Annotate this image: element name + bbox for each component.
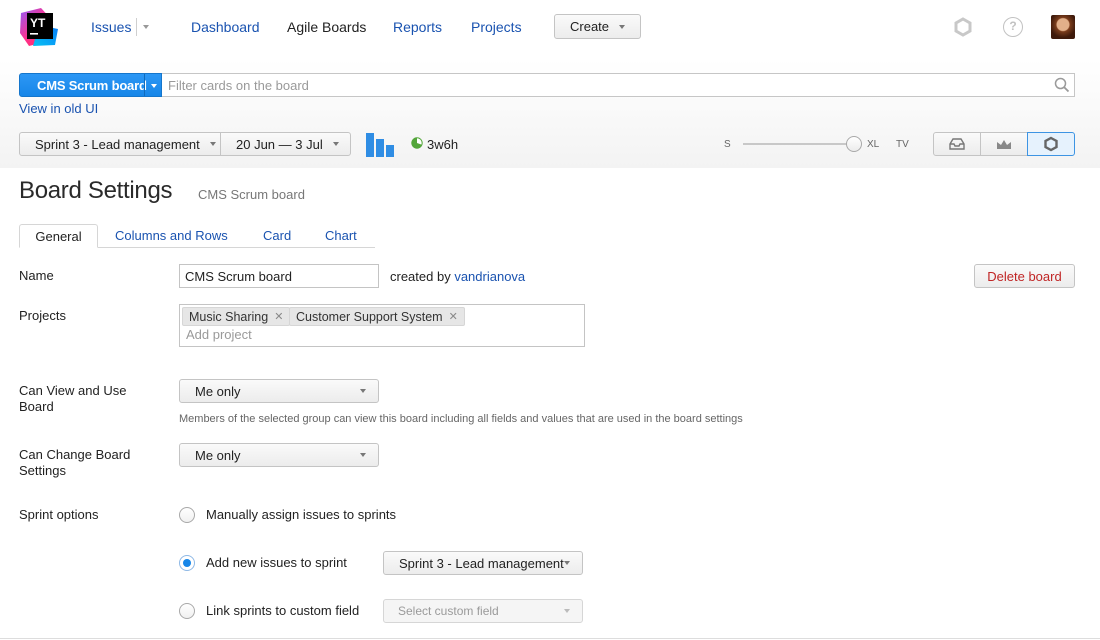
- chevron-down-icon: [209, 142, 216, 146]
- nav-agile-boards[interactable]: Agile Boards: [287, 18, 366, 36]
- default-sprint-value: Sprint 3 - Lead management: [399, 555, 564, 571]
- default-sprint-select[interactable]: Sprint 3 - Lead management: [383, 551, 583, 575]
- custom-field-select: Select custom field: [383, 599, 583, 623]
- can-view-hint: Members of the selected group can view t…: [179, 413, 743, 425]
- board-filter-input[interactable]: [162, 73, 1075, 97]
- sprint-estimate: 3w6h: [427, 137, 459, 152]
- backlog-toggle-button[interactable]: [933, 132, 981, 156]
- tab-general[interactable]: General: [19, 224, 98, 248]
- page-subtitle: CMS Scrum board: [198, 187, 305, 202]
- can-change-label: Can Change Board Settings: [19, 447, 131, 478]
- chevron-down-icon: [332, 142, 339, 146]
- add-project-placeholder[interactable]: Add project: [186, 327, 252, 342]
- nav-dashboard[interactable]: Dashboard: [191, 18, 260, 36]
- page-bottom-divider: [0, 638, 1100, 639]
- card-size-min-label: S: [724, 139, 731, 150]
- board-name: CMS Scrum board: [37, 78, 147, 93]
- logo-text: YT: [30, 16, 46, 30]
- sprint-option-add-new-label[interactable]: Add new issues to sprint: [206, 555, 347, 570]
- nav-reports[interactable]: Reports: [393, 18, 442, 36]
- sprint-dates-selector[interactable]: 20 Jun — 3 Jul: [220, 132, 351, 156]
- card-size-slider-track[interactable]: [743, 143, 855, 145]
- project-tag-label: Music Sharing: [189, 309, 269, 324]
- can-change-value: Me only: [195, 447, 241, 463]
- settings-icon[interactable]: [953, 17, 973, 37]
- nav-projects[interactable]: Projects: [471, 18, 522, 36]
- board-name-input[interactable]: [179, 264, 379, 288]
- sprint-options-label: Sprint options: [19, 507, 99, 522]
- can-change-select[interactable]: Me only: [179, 443, 379, 467]
- create-label: Create: [570, 19, 610, 34]
- tab-card[interactable]: Card: [263, 228, 291, 243]
- chart-crown-icon: [997, 140, 1011, 149]
- view-in-old-ui-link[interactable]: View in old UI: [19, 101, 98, 116]
- inbox-icon: [949, 138, 965, 150]
- board-selector-button[interactable]: CMS Scrum board: [19, 73, 162, 97]
- board-selector-divider: [144, 74, 145, 96]
- chevron-down-icon: [619, 24, 626, 29]
- created-by-prefix: created by: [390, 269, 451, 284]
- sprint-option-manual-label[interactable]: Manually assign issues to sprints: [206, 507, 396, 522]
- settings-icon: [1044, 136, 1058, 152]
- created-by-text: created by vandrianova: [390, 269, 525, 284]
- nav-issues[interactable]: Issues: [91, 18, 131, 36]
- sprint-dates-label: 20 Jun — 3 Jul: [236, 136, 323, 152]
- project-tag: Music Sharing ✕: [182, 307, 291, 326]
- nav-separator: [136, 18, 137, 36]
- board-settings-toggle-button[interactable]: [1027, 132, 1075, 156]
- delete-board-button[interactable]: Delete board: [974, 264, 1075, 288]
- sprint-option-custom-field-radio[interactable]: [179, 603, 195, 619]
- card-size-slider-handle[interactable]: [846, 136, 862, 152]
- issues-menu-caret-icon[interactable]: [143, 25, 149, 29]
- help-icon[interactable]: ?: [1003, 17, 1023, 37]
- time-estimate-icon: [411, 137, 423, 149]
- remove-tag-icon[interactable]: ✕: [274, 310, 283, 323]
- project-tag-label: Customer Support System: [296, 309, 443, 324]
- page-title: Board Settings: [19, 177, 173, 204]
- chevron-down-icon: [360, 453, 366, 457]
- chevron-down-icon: [360, 389, 366, 393]
- project-tag: Customer Support System ✕: [289, 307, 465, 326]
- tv-mode-toggle[interactable]: TV: [896, 139, 909, 150]
- can-view-select[interactable]: Me only: [179, 379, 379, 403]
- projects-label: Projects: [19, 308, 66, 323]
- can-view-label: Can View and Use Board: [19, 383, 127, 414]
- sprint-selector[interactable]: Sprint 3 - Lead management: [19, 132, 221, 156]
- card-size-max-label: XL: [867, 139, 880, 150]
- remove-tag-icon[interactable]: ✕: [449, 310, 458, 323]
- avatar[interactable]: [1051, 15, 1075, 39]
- youtrack-logo[interactable]: YT: [19, 7, 59, 47]
- tab-chart[interactable]: Chart: [325, 228, 357, 243]
- sprint-option-add-new-radio[interactable]: [179, 555, 195, 571]
- custom-field-placeholder: Select custom field: [398, 604, 499, 618]
- tab-columns-and-rows[interactable]: Columns and Rows: [115, 228, 228, 243]
- can-view-value: Me only: [195, 383, 241, 399]
- search-icon[interactable]: [1054, 77, 1070, 93]
- sprint-selector-label: Sprint 3 - Lead management: [35, 136, 200, 152]
- chevron-down-icon: [564, 561, 570, 565]
- create-button[interactable]: Create: [554, 14, 641, 39]
- sprint-option-custom-field-label[interactable]: Link sprints to custom field: [206, 603, 359, 618]
- chevron-down-icon: [564, 609, 570, 613]
- burndown-chart-icon[interactable]: [366, 133, 396, 157]
- sprint-option-manual-radio[interactable]: [179, 507, 195, 523]
- chart-toggle-button[interactable]: [980, 132, 1028, 156]
- chevron-down-icon[interactable]: [151, 84, 157, 88]
- name-label: Name: [19, 268, 54, 283]
- creator-user-link[interactable]: vandrianova: [454, 269, 525, 284]
